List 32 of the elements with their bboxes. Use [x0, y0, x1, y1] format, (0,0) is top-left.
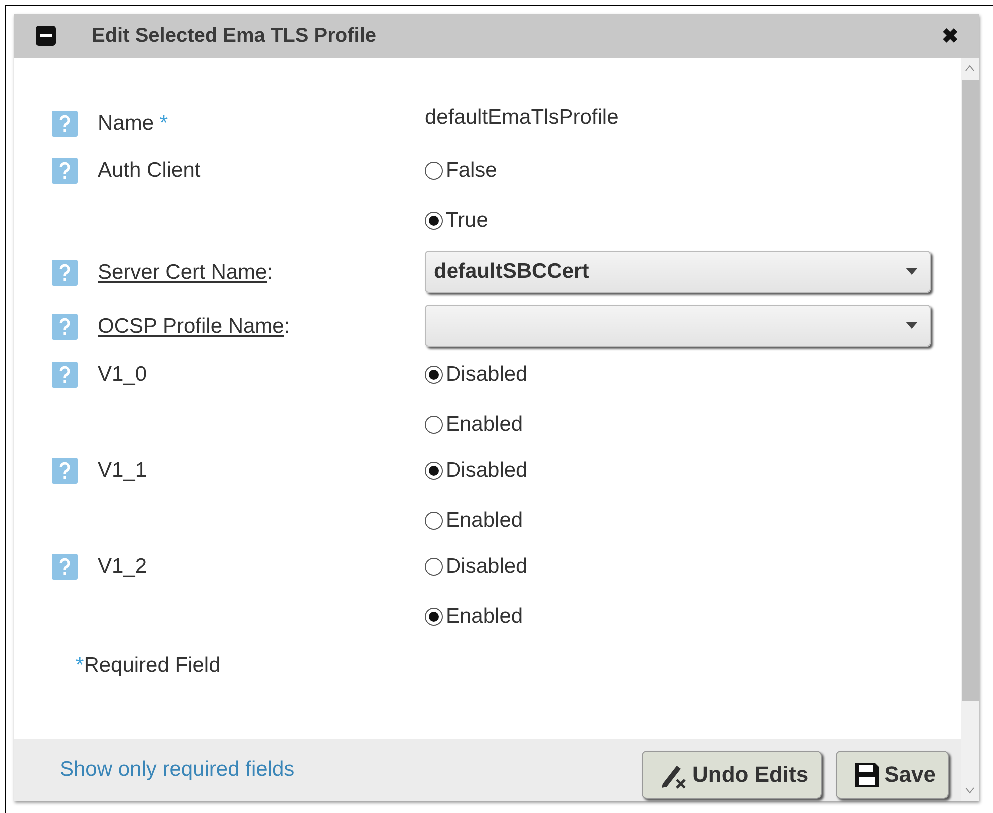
field-label: V1_1 [98, 459, 148, 483]
field-value: defaultEmaTlsProfile [425, 105, 619, 131]
help-icon[interactable] [52, 362, 78, 388]
collapse-icon[interactable] [36, 26, 56, 46]
save-button[interactable]: Save [836, 751, 949, 799]
radio-option[interactable]: True [425, 196, 498, 246]
scrollbar[interactable] [961, 58, 979, 801]
field-label: Auth Client [98, 159, 201, 183]
help-icon[interactable] [52, 260, 78, 286]
help-icon[interactable] [52, 314, 78, 340]
dialog-title: Edit Selected Ema TLS Profile [92, 24, 378, 48]
help-icon[interactable] [52, 158, 78, 184]
help-icon[interactable] [52, 111, 78, 137]
field-label: Name * [98, 112, 168, 136]
close-button[interactable]: ✖ [942, 24, 959, 48]
select-dropdown[interactable]: defaultSBCCert [425, 251, 931, 293]
field-label: OCSP Profile Name: [98, 315, 290, 339]
field-label: Server Cert Name: [98, 261, 274, 285]
field-label: V1_0 [98, 363, 148, 387]
scroll-down-icon[interactable] [965, 787, 975, 795]
select-dropdown[interactable] [425, 305, 931, 347]
help-icon[interactable] [52, 554, 78, 580]
radio-option[interactable]: False [425, 146, 498, 196]
caret-icon [906, 322, 918, 330]
radio-option[interactable]: Enabled [425, 592, 528, 642]
undo-button[interactable]: Undo Edits [642, 751, 822, 799]
scroll-up-icon[interactable] [965, 64, 975, 72]
caret-icon [906, 268, 918, 276]
field-label: V1_2 [98, 555, 148, 579]
help-icon[interactable] [52, 458, 78, 484]
radio-option[interactable]: Disabled [425, 350, 528, 400]
required-field-note: *Required Field [76, 654, 222, 678]
